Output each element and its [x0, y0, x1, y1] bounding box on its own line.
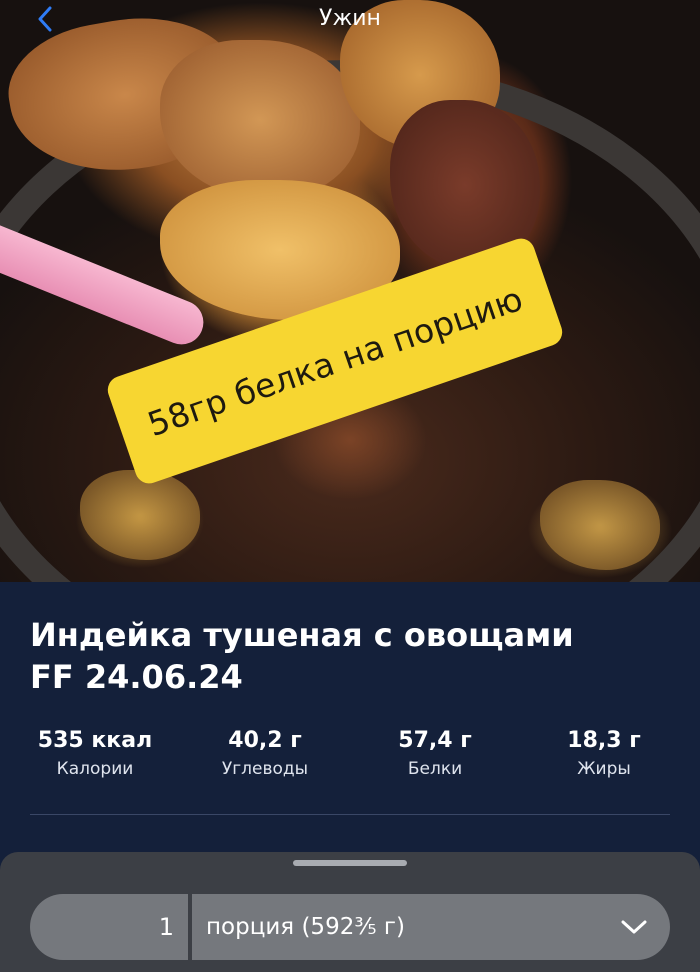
macro-fat: 18,3 г Жиры	[524, 728, 684, 779]
sheet-handle[interactable]	[293, 860, 407, 866]
macro-value: 40,2 г	[228, 728, 302, 753]
macro-label: Углеводы	[221, 759, 309, 779]
portion-sheet: 1 порция (592³⁄₅ г)	[0, 852, 700, 972]
macros-row: 535 ккал Калории 40,2 г Углеводы 57,4 г …	[0, 728, 700, 788]
unit-label: порция (592³⁄₅ г)	[206, 914, 405, 940]
portion-selector: 1 порция (592³⁄₅ г)	[30, 894, 670, 960]
page-title: Ужин	[319, 6, 381, 31]
macro-value: 535 ккал	[37, 728, 153, 753]
dish-title-line2: FF 24.06.24	[30, 658, 243, 696]
divider	[30, 814, 670, 815]
quantity-value: 1	[158, 913, 174, 941]
dish-title-line1: Индейка тушеная с овощами	[30, 616, 574, 654]
macro-calories: 535 ккал Калории	[15, 728, 175, 779]
dish-title: Индейка тушеная с овощами FF 24.06.24	[30, 614, 670, 698]
macro-label: Калории	[56, 759, 134, 779]
unit-dropdown[interactable]: порция (592³⁄₅ г)	[192, 894, 670, 960]
macro-label: Жиры	[577, 759, 631, 779]
top-bar: Ужин	[0, 0, 700, 40]
macro-value: 18,3 г	[567, 728, 641, 753]
macro-label: Белки	[407, 759, 463, 779]
macro-value: 57,4 г	[398, 728, 472, 753]
dish-photo: 58гр белка на порцию	[0, 0, 700, 582]
macro-carbs: 40,2 г Углеводы	[185, 728, 345, 779]
quantity-input[interactable]: 1	[30, 894, 188, 960]
chevron-down-icon	[621, 920, 647, 934]
macro-protein: 57,4 г Белки	[355, 728, 515, 779]
